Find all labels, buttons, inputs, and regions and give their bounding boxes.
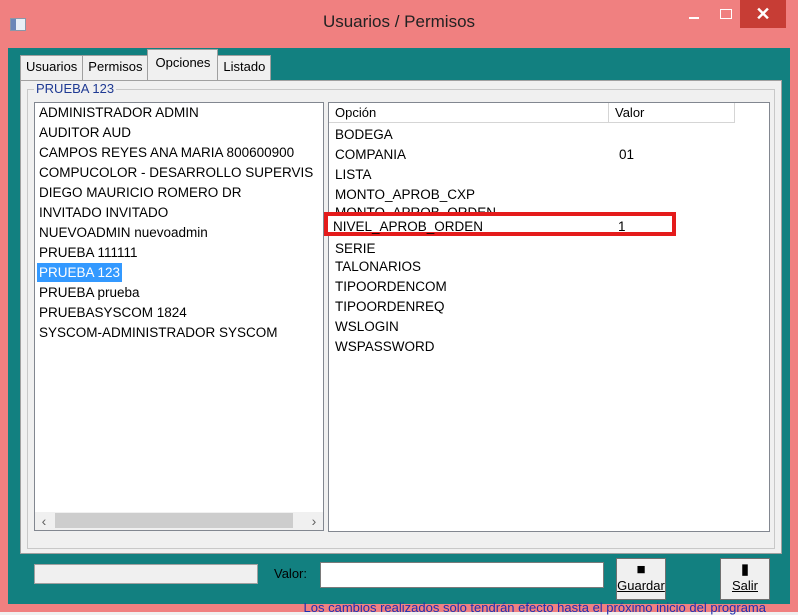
table-row[interactable]: BODEGA [335, 125, 393, 144]
group-label: PRUEBA 123 [34, 81, 117, 96]
user-list-hscrollbar[interactable]: ‹ › [34, 512, 324, 531]
table-row[interactable]: NIVEL_APROB_ORDEN [333, 217, 483, 236]
valor-label: Valor: [274, 566, 307, 581]
table-row[interactable]: WSPASSWORD [335, 337, 435, 356]
table-cell-valor: 01 [619, 147, 635, 162]
table-cell-valor: 1 [618, 219, 626, 234]
column-header-valor[interactable]: Valor [609, 103, 735, 123]
list-item[interactable]: PRUEBASYSCOM 1824 [39, 303, 187, 322]
tab-opciones[interactable]: Opciones [147, 49, 219, 80]
list-item[interactable]: PRUEBA 111111 [39, 243, 138, 262]
list-item[interactable]: CAMPOS REYES ANA MARIA 800600900 [39, 143, 294, 162]
list-item[interactable]: COMPUCOLOR - DESARROLLO SUPERVIS [39, 163, 313, 182]
list-item[interactable]: DIEGO MAURICIO ROMERO DR [39, 183, 242, 202]
scroll-left-icon[interactable]: ‹ [35, 512, 53, 530]
tab-strip: Usuarios Permisos Opciones Listado [20, 49, 272, 80]
list-item-selected[interactable]: PRUEBA 123 [37, 263, 123, 282]
maximize-icon [720, 9, 732, 19]
list-item[interactable]: INVITADO INVITADO [39, 203, 168, 222]
tab-permisos[interactable]: Permisos [82, 55, 149, 80]
user-list[interactable]: ADMINISTRADOR ADMIN AUDITOR AUD CAMPOS R… [34, 102, 324, 514]
table-row[interactable]: WSLOGIN [335, 317, 399, 336]
minimize-button[interactable] [680, 0, 708, 28]
table-row[interactable]: SERIE [335, 239, 376, 258]
column-header-opcion[interactable]: Opción [329, 103, 609, 123]
title-bar[interactable]: Usuarios / Permisos ✕ [0, 0, 798, 48]
window-title: Usuarios / Permisos [322, 12, 476, 31]
tab-usuarios[interactable]: Usuarios [20, 55, 84, 80]
table-row[interactable]: TIPOORDENREQ [335, 297, 445, 316]
guardar-label: Guardar [617, 578, 665, 593]
table-row[interactable]: COMPANIA [335, 145, 406, 164]
exit-door-icon: ▮ [740, 561, 750, 578]
salir-button[interactable]: ▮ Salir [720, 558, 770, 600]
bottom-bar: Valor: ■ Guardar ▮ Salir Los cambios rea… [20, 558, 780, 615]
close-icon: ✕ [755, 3, 771, 24]
highlighted-row[interactable]: NIVEL_APROB_ORDEN 1 [324, 212, 676, 236]
minimize-icon [689, 17, 699, 19]
scroll-thumb[interactable] [55, 513, 293, 528]
list-item[interactable]: PRUEBA prueba [39, 283, 140, 302]
guardar-button[interactable]: ■ Guardar [616, 558, 666, 600]
status-field [34, 564, 258, 584]
table-row[interactable]: TIPOORDENCOM [335, 277, 447, 296]
scroll-right-icon[interactable]: › [305, 512, 323, 530]
table-row[interactable]: LISTA [335, 165, 372, 184]
list-item[interactable]: AUDITOR AUD [39, 123, 131, 142]
floppy-disk-icon: ■ [636, 561, 646, 578]
tab-listado[interactable]: Listado [217, 55, 272, 80]
options-table[interactable]: Opción Valor BODEGA COMPANIA 01 LISTA MO… [324, 102, 770, 532]
tab-panel-opciones: PRUEBA 123 ADMINISTRADOR ADMIN AUDITOR A… [20, 80, 782, 554]
table-row[interactable]: TALONARIOS [335, 257, 421, 276]
list-item[interactable]: SYSCOM-ADMINISTRADOR SYSCOM [39, 323, 278, 342]
client-area: Usuarios Permisos Opciones Listado PRUEB… [8, 48, 790, 615]
list-item[interactable]: ADMINISTRADOR ADMIN [39, 103, 199, 122]
close-button[interactable]: ✕ [740, 0, 786, 28]
app-window: Usuarios / Permisos ✕ Usuarios Permisos … [0, 0, 798, 615]
user-groupbox: PRUEBA 123 ADMINISTRADOR ADMIN AUDITOR A… [27, 81, 775, 549]
info-note: Los cambios realizados solo tendrán efec… [303, 600, 766, 615]
table-row[interactable]: MONTO_APROB_CXP [335, 185, 475, 204]
valor-input[interactable] [320, 562, 604, 588]
salir-label: Salir [731, 578, 758, 593]
maximize-button[interactable] [712, 0, 740, 28]
list-item[interactable]: NUEVOADMIN nuevoadmin [39, 223, 208, 242]
